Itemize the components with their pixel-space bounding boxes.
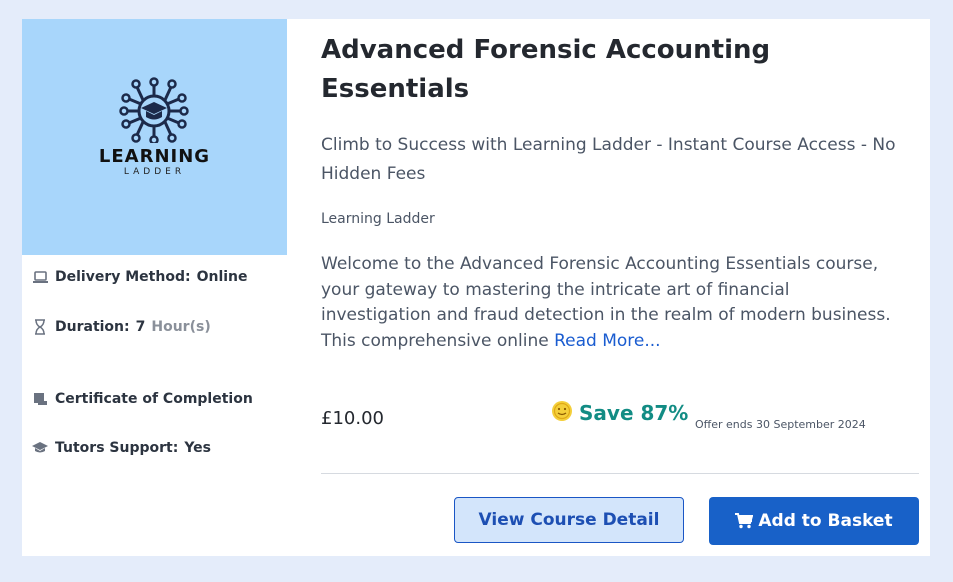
save-badge: Save 87% (551, 400, 688, 426)
delivery-method: Delivery Method: Online (32, 269, 248, 285)
hourglass-icon (32, 319, 48, 335)
tutors-support: Tutors Support: Yes (32, 440, 211, 456)
tutors-value: Yes (184, 440, 211, 456)
certificate-icon (32, 391, 48, 407)
delivery-value: Online (196, 269, 248, 285)
duration-unit: Hour(s) (151, 319, 211, 335)
course-title[interactable]: Advanced Forensic Accounting Essentials (321, 31, 881, 109)
logo-subtitle: LADDER (123, 167, 186, 177)
duration: Duration: 7 Hour(s) (32, 319, 211, 335)
laptop-icon (32, 269, 48, 285)
divider (321, 473, 919, 474)
certificate-label: Certificate of Completion (55, 391, 253, 407)
logo-title: LEARNING (98, 146, 211, 167)
shopping-cart-icon (735, 513, 754, 529)
graduation-cap-icon (32, 440, 48, 456)
learning-ladder-logo: LEARNING LADDER (22, 19, 287, 255)
tutors-label: Tutors Support: (55, 440, 179, 456)
certificate: Certificate of Completion (32, 391, 253, 407)
duration-value: 7 (135, 319, 146, 335)
course-provider[interactable]: Learning Ladder (321, 211, 435, 227)
duration-label: Duration: (55, 319, 130, 335)
add-to-basket-label: Add to Basket (758, 511, 893, 531)
smiley-icon (551, 400, 573, 426)
course-description: Welcome to the Advanced Forensic Account… (321, 252, 891, 355)
read-more-link[interactable]: Read More... (554, 331, 660, 351)
view-course-detail-button[interactable]: View Course Detail (454, 497, 684, 543)
course-price: £10.00 (321, 408, 384, 429)
course-card: LEARNING LADDER Delivery Method: Online … (22, 19, 930, 556)
course-subtitle: Climb to Success with Learning Ladder - … (321, 135, 896, 184)
course-thumbnail[interactable]: LEARNING LADDER (22, 19, 287, 255)
save-text: Save 87% (579, 401, 689, 425)
offer-ends: Offer ends 30 September 2024 (695, 418, 866, 431)
add-to-basket-button[interactable]: Add to Basket (709, 497, 919, 545)
delivery-label: Delivery Method: (55, 269, 191, 285)
graduation-cap-circuit-icon (119, 77, 189, 143)
